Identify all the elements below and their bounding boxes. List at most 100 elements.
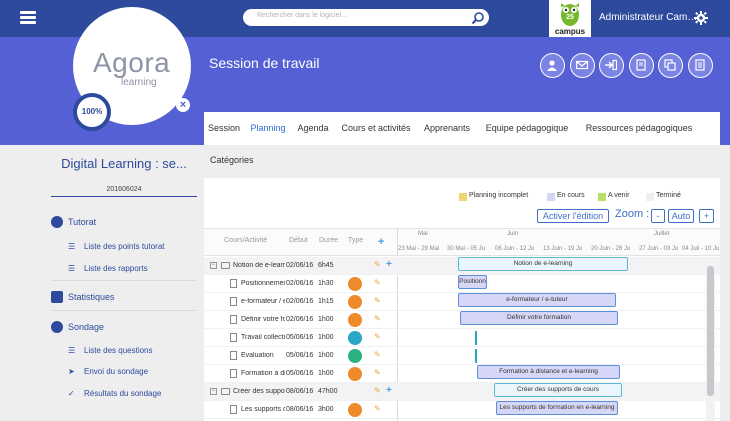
table-row[interactable]: Formation à distance et e-learning 05/06… [204, 365, 720, 383]
tab-planning[interactable]: Planning [244, 112, 292, 145]
edit-icon[interactable]: ✎ [374, 296, 381, 305]
copy-action-button[interactable] [658, 53, 683, 78]
tab-equipe-pedagogique[interactable]: Equipe pédagogique [476, 112, 578, 145]
folder-icon [221, 388, 230, 395]
gantt-bar[interactable]: Formation à distance et e-learning [477, 365, 620, 379]
row-start: 05/06/16 [286, 352, 314, 359]
table-row[interactable]: e-formateur / e-tuteur 02/06/16 1h15 ✎ e… [204, 293, 720, 311]
divider [51, 280, 197, 281]
row-duration: 1h15 [318, 298, 334, 305]
collapse-toggle[interactable]: − [210, 262, 217, 269]
sidebar-item-label: Résultats du sondage [84, 389, 162, 398]
tab-apprenants[interactable]: Apprenants [418, 112, 476, 145]
edit-icon[interactable]: ✎ [374, 350, 381, 359]
column-header-course[interactable]: Cours/Activité [224, 237, 267, 244]
gantt-milestone[interactable] [475, 331, 477, 345]
month-label: Juin [507, 231, 519, 237]
list-action-button[interactable] [688, 53, 713, 78]
edit-icon[interactable]: ✎ [374, 332, 381, 341]
sidebar-section-tutorat[interactable]: Tutorat [51, 213, 197, 233]
categories-link[interactable]: Catégories [210, 155, 254, 165]
tab-cours-activites[interactable]: Cours et activités [334, 112, 418, 145]
row-duration: 6h45 [318, 262, 334, 269]
divider [51, 310, 197, 311]
table-row[interactable]: Evaluation 05/06/16 1h00 ✎ [204, 347, 720, 365]
scrollbar-thumb[interactable] [707, 266, 714, 396]
activate-edit-button[interactable]: Activer l'édition [537, 209, 609, 223]
table-row[interactable]: Définir votre formation 02/06/16 1h00 ✎ … [204, 311, 720, 329]
legend-swatch [598, 193, 606, 201]
add-icon[interactable]: + [386, 259, 392, 270]
user-action-button[interactable] [540, 53, 565, 78]
table-row[interactable]: Positionnement 02/06/16 1h30 ✎ Positionn [204, 275, 720, 293]
edit-icon[interactable]: ✎ [374, 404, 381, 413]
sidebar-item-label: Liste des rapports [84, 264, 148, 273]
tab-ressources-pedagogiques[interactable]: Ressources pédagogiques [578, 112, 700, 145]
sidebar-section-statistiques[interactable]: Statistiques [51, 288, 197, 308]
sidebar-section-label: Sondage [68, 322, 105, 332]
menu-icon[interactable] [20, 11, 36, 25]
legend-swatch [547, 193, 555, 201]
edit-icon[interactable]: ✎ [374, 260, 381, 269]
table-row[interactable]: Les supports de formation en e-learning … [204, 401, 720, 419]
user-name[interactable]: Administrateur Cam… [599, 12, 697, 23]
sidebar-item-resultats-sondage[interactable]: ✓ Résultats du sondage [68, 385, 197, 402]
tab-agenda[interactable]: Agenda [292, 112, 334, 145]
session-title: Digital Learning : se... [61, 156, 187, 171]
progress-indicator: 100% [73, 93, 111, 131]
row-duration: 1h00 [318, 352, 334, 359]
search-input[interactable]: Rechercher dans le logiciel... [243, 9, 489, 26]
row-start: 02/06/16 [286, 262, 314, 269]
zoom-out-button[interactable]: - [651, 209, 665, 223]
document-icon [230, 297, 237, 306]
sidebar-item-liste-rapports[interactable]: ☰ Liste des rapports [68, 260, 197, 277]
table-row[interactable]: − Notion de e-learning 02/06/16 6h45 ✎ +… [204, 257, 720, 275]
close-button[interactable]: × [176, 98, 190, 112]
add-icon[interactable]: + [386, 385, 392, 396]
gantt-bar[interactable]: e-formateur / e-tuteur [458, 293, 616, 307]
column-header-type[interactable]: Type [348, 237, 363, 244]
row-duration: 3h00 [318, 406, 334, 413]
mail-action-button[interactable] [570, 53, 595, 78]
campus-logo[interactable]: 25 campus [549, 0, 591, 37]
gantt-bar[interactable]: Définir votre formation [460, 311, 618, 325]
collapse-toggle[interactable]: − [210, 388, 217, 395]
sidebar-section-label: Statistiques [68, 292, 115, 302]
add-task-button[interactable]: + [378, 236, 384, 248]
row-name: Notion de e-learning [233, 262, 285, 269]
book-action-button[interactable] [629, 53, 654, 78]
table-row[interactable]: − Créer des supports de cours 08/06/16 4… [204, 383, 720, 401]
zoom-in-button[interactable]: + [699, 209, 714, 223]
sidebar-item-liste-points-tutorat[interactable]: ☰ Liste des points tutorat [68, 238, 197, 255]
table-row[interactable]: Travail collectif 05/06/16 1h00 ✎ [204, 329, 720, 347]
sidebar-item-envoi-sondage[interactable]: ➤ Envoi du sondage [68, 363, 197, 380]
search-icon[interactable] [471, 11, 485, 25]
week-label: 13 Juin - 19 Ju [543, 246, 583, 252]
edit-icon[interactable]: ✎ [374, 278, 381, 287]
gantt-milestone[interactable] [475, 349, 477, 363]
tab-session[interactable]: Session [204, 112, 244, 145]
grid-header: Cours/Activité Début Durée Type + Mai Ju… [204, 228, 720, 256]
row-start: 05/06/16 [286, 370, 314, 377]
list-icon [695, 59, 705, 71]
gantt-bar[interactable]: Les supports de formation en e-learning [496, 401, 618, 415]
row-start: 02/06/16 [286, 280, 314, 287]
gantt-bar[interactable]: Positionn [458, 275, 487, 289]
gear-icon[interactable] [694, 11, 708, 25]
user-icon [51, 216, 63, 228]
poll-icon [51, 321, 63, 333]
column-header-duration[interactable]: Durée [319, 237, 338, 244]
sidebar-section-sondage[interactable]: Sondage [51, 318, 197, 338]
edit-icon[interactable]: ✎ [374, 386, 381, 395]
gantt-bar[interactable]: Créer des supports de cours [494, 383, 622, 397]
gantt-bar[interactable]: Notion de e-learning [458, 257, 628, 271]
sidebar-item-liste-questions[interactable]: ☰ Liste des questions [68, 342, 197, 359]
column-header-start[interactable]: Début [289, 237, 308, 244]
session-code: 201606024 [106, 186, 142, 193]
export-action-button[interactable] [599, 53, 624, 78]
campus-badge-number: 25 [566, 14, 574, 21]
edit-icon[interactable]: ✎ [374, 314, 381, 323]
edit-icon[interactable]: ✎ [374, 368, 381, 377]
zoom-auto-button[interactable]: Auto [668, 209, 694, 223]
row-name: e-formateur / e-tuteur [241, 298, 285, 305]
